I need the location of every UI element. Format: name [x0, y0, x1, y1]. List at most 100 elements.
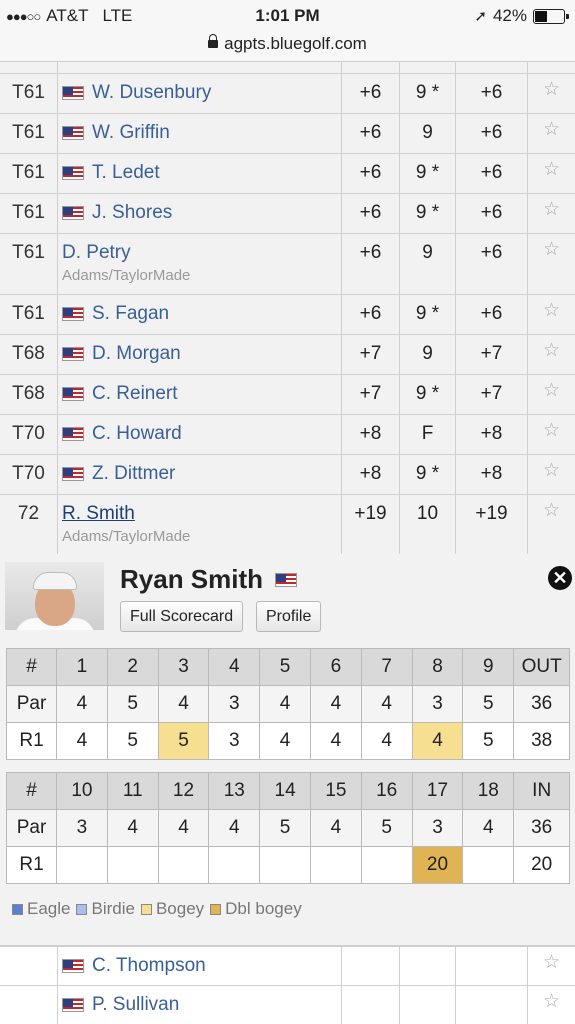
favorite-star-icon[interactable]: ☆ [528, 114, 575, 153]
table-row[interactable]: T68 D. Morgan +7 9 +7 ☆ [0, 335, 575, 375]
score-cell: 3 [56, 809, 108, 847]
score-cell: 4 [56, 722, 108, 760]
table-row[interactable]: T68 C. Reinert +7 9 * +7 ☆ [0, 375, 575, 415]
score-cell: 8 [411, 648, 464, 686]
thru-cell: 9 * [400, 194, 456, 233]
favorite-star-icon[interactable]: ☆ [528, 295, 575, 334]
total-cell: +8 [342, 455, 400, 494]
favorite-star-icon[interactable]: ☆ [528, 986, 575, 1024]
today-cell: +6 [456, 234, 528, 294]
score-cell: 5 [259, 648, 311, 686]
thru-cell [400, 986, 456, 1024]
today-cell [456, 986, 528, 1024]
us-flag-icon [62, 998, 84, 1012]
position-cell: T61 [0, 154, 58, 193]
favorite-star-icon[interactable]: ☆ [528, 495, 575, 555]
front-nine-scorecard: #1 2 3 4 5 6 7 8 9 OUT Par 4 5 4 3 4 4 4 3 5 36 R1 4 5 5 3 4 4 4 4 5 38 [6, 648, 571, 760]
player-name-link[interactable]: Z. Dittmer [92, 463, 175, 485]
row-label: # [6, 772, 57, 810]
thru-cell: 9 * [400, 154, 456, 193]
table-row[interactable]: T61 W. Griffin +6 9 +6 ☆ [0, 114, 575, 154]
favorite-star-icon[interactable]: ☆ [528, 947, 575, 985]
total-cell: +6 [342, 295, 400, 334]
table-row[interactable]: T61 D. Petry Adams/TaylorMade +6 9 +6 ☆ [0, 234, 575, 295]
player-name-link[interactable]: P. Sullivan [92, 994, 179, 1016]
player-cell: S. Fagan [58, 295, 342, 334]
player-name-link[interactable]: J. Shores [92, 202, 172, 224]
table-row[interactable]: T61 J. Shores +6 9 * +6 ☆ [0, 194, 575, 234]
legend-item: Eagle [12, 899, 70, 919]
score-cell [259, 846, 311, 884]
table-row[interactable]: T61 S. Fagan +6 9 * +6 ☆ [0, 295, 575, 335]
player-name-link[interactable]: W. Dusenbury [92, 82, 211, 104]
player-cell: J. Shores [58, 194, 342, 233]
favorite-star-icon[interactable]: ☆ [528, 335, 575, 374]
player-name-line: S. Fagan [62, 303, 341, 325]
total-cell: 36 [513, 685, 571, 723]
score-cell: 4 [208, 809, 261, 847]
thru-cell: 10 [400, 495, 456, 555]
score-cell: 2 [106, 648, 159, 686]
today-cell: +19 [456, 495, 528, 555]
score-cell: 9 [462, 648, 515, 686]
table-row[interactable]: T70 C. Howard +8 F +8 ☆ [0, 415, 575, 455]
player-cell: Z. Dittmer [58, 455, 342, 494]
favorite-star-icon[interactable]: ☆ [528, 234, 575, 294]
today-cell [456, 947, 528, 985]
us-flag-icon [62, 347, 84, 361]
score-cell: 4 [259, 685, 311, 723]
table-row[interactable]: T61 W. Dusenbury +6 9 * +6 ☆ [0, 74, 575, 114]
player-name-link[interactable]: W. Griffin [92, 122, 170, 144]
player-name-link[interactable]: C. Reinert [92, 383, 178, 405]
row-label: # [6, 648, 57, 686]
table-row[interactable]: T70 Z. Dittmer +8 9 * +8 ☆ [0, 455, 575, 495]
favorite-star-icon[interactable]: ☆ [528, 154, 575, 193]
today-cell: +6 [456, 194, 528, 233]
score-cell: 15 [309, 772, 362, 810]
position-cell [0, 986, 58, 1024]
profile-button[interactable]: Profile [256, 601, 322, 632]
row-label: R1 [6, 846, 57, 884]
us-flag-icon [62, 467, 84, 481]
total-cell: +7 [342, 335, 400, 374]
player-name-link[interactable]: D. Petry [62, 242, 131, 264]
legend-swatch [210, 903, 222, 915]
sponsor-label: Adams/TaylorMade [62, 528, 191, 545]
full-scorecard-button[interactable]: Full Scorecard [120, 601, 244, 632]
table-row[interactable]: P. Sullivan ☆ [0, 986, 575, 1024]
score-cell [157, 846, 210, 884]
player-name-link[interactable]: C. Howard [92, 423, 182, 445]
table-row[interactable]: T61 T. Ledet +6 9 * +6 ☆ [0, 154, 575, 194]
leaderboard-continued: C. Thompson ☆ P. Sullivan ☆ [0, 946, 575, 1024]
legend-item: Bogey [140, 899, 204, 919]
favorite-star-icon[interactable]: ☆ [528, 74, 575, 113]
close-icon[interactable]: ✕ [548, 566, 572, 590]
player-name-line: C. Howard [62, 423, 341, 445]
player-name-link[interactable]: T. Ledet [92, 162, 160, 184]
address-bar[interactable]: agpts.bluegolf.com [0, 32, 575, 62]
player-photo [5, 562, 104, 630]
player-cell: D. Petry Adams/TaylorMade [58, 234, 342, 294]
favorite-star-icon[interactable]: ☆ [528, 455, 575, 494]
total-cell: +6 [342, 114, 400, 153]
score-cell [208, 846, 261, 884]
total-cell: +6 [342, 194, 400, 233]
favorite-star-icon[interactable]: ☆ [528, 415, 575, 454]
row-label: R1 [6, 722, 57, 760]
favorite-star-icon[interactable]: ☆ [528, 375, 575, 414]
score-cell: 17 [411, 772, 464, 810]
score-cell: 4 [157, 685, 210, 723]
par-row: Par 4 5 4 3 4 4 4 3 5 36 [6, 685, 571, 723]
score-cell: 11 [106, 772, 159, 810]
score-cell: 4 [309, 685, 362, 723]
player-name-link[interactable]: D. Morgan [92, 343, 181, 365]
player-name-link[interactable]: C. Thompson [92, 955, 206, 977]
table-row[interactable]: 72 R. Smith Adams/TaylorMade +19 10 +19 ☆ [0, 495, 575, 556]
favorite-star-icon[interactable]: ☆ [528, 194, 575, 233]
score-cell: 4 [157, 809, 210, 847]
score-cell: 7 [360, 648, 413, 686]
table-row[interactable]: C. Thompson ☆ [0, 946, 575, 986]
score-cell: 4 [360, 722, 413, 760]
player-name-link[interactable]: R. Smith [62, 503, 135, 525]
player-name-link[interactable]: S. Fagan [92, 303, 169, 325]
